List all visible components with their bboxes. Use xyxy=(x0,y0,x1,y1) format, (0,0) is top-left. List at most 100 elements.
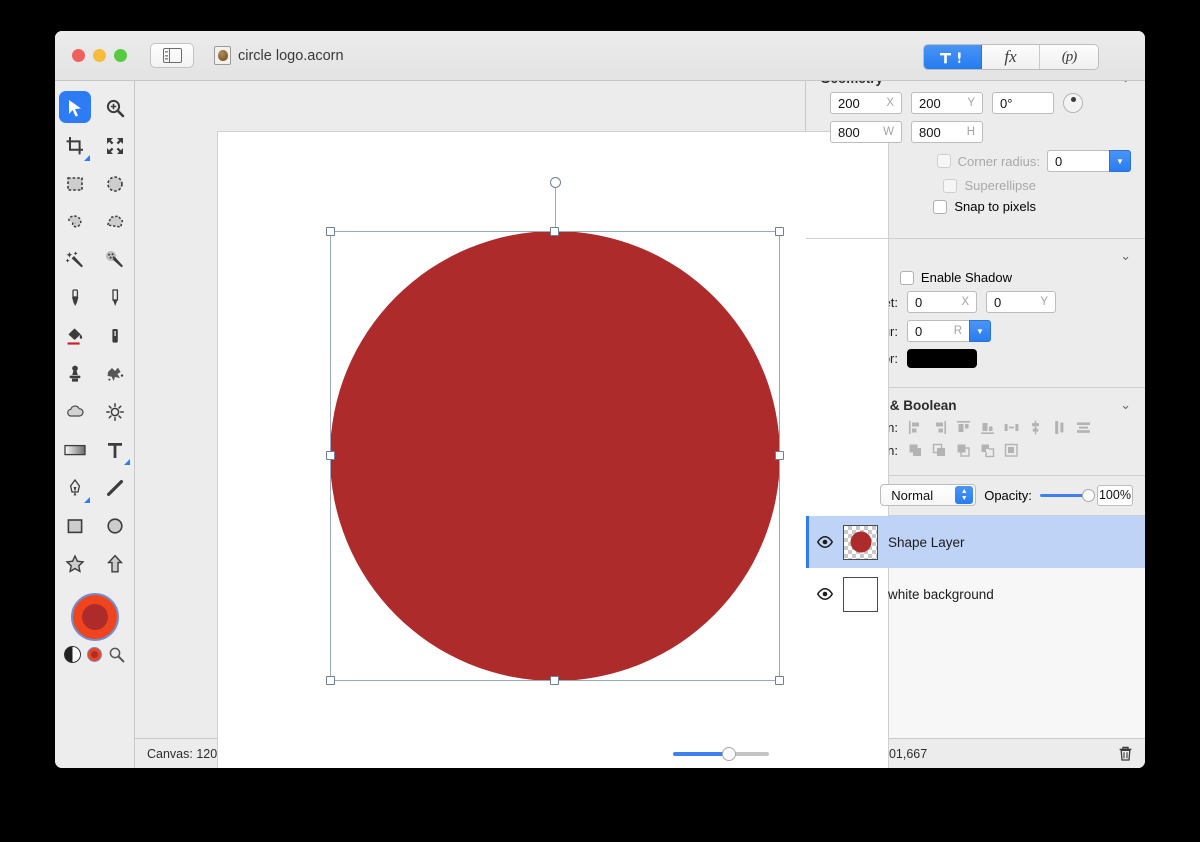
star-shape-tool[interactable] xyxy=(55,545,95,583)
x-field[interactable]: 200 X xyxy=(830,92,902,114)
handle-bottom-right[interactable] xyxy=(775,676,784,685)
width-field[interactable]: 800 W xyxy=(830,121,902,143)
shadow-blur-field[interactable]: 0 R xyxy=(907,320,969,342)
superellipse-checkbox[interactable] xyxy=(943,178,958,193)
blur-tool[interactable] xyxy=(55,393,95,431)
rectangle-select-tool[interactable] xyxy=(55,165,95,203)
crop-tool[interactable] xyxy=(55,127,95,165)
layer-row-white-background[interactable]: white background xyxy=(806,568,1145,620)
ellipse-icon xyxy=(106,518,123,534)
clone-stamp-tool[interactable] xyxy=(55,355,95,393)
distribute-vertical-icon[interactable] xyxy=(1075,419,1091,435)
divide-icon[interactable] xyxy=(1003,442,1019,458)
bezier-pen-tool[interactable] xyxy=(55,469,95,507)
pencil-tool[interactable] xyxy=(95,279,135,317)
enable-shadow-checkbox[interactable] xyxy=(899,270,914,285)
align-center-vertical-icon[interactable] xyxy=(1027,419,1043,435)
blending-mode-select[interactable]: Normal ▲ ▼ xyxy=(880,484,977,506)
align-center-horizontal-icon[interactable] xyxy=(1051,419,1067,435)
zoom-tool[interactable] xyxy=(95,89,135,127)
shadow-offset-y-field[interactable]: 0 Y xyxy=(986,291,1056,313)
instant-alpha-tool[interactable] xyxy=(95,241,135,279)
geometry-header[interactable]: Geometry ⌄ xyxy=(806,81,1145,92)
smudge-tool[interactable] xyxy=(95,355,135,393)
arrow-shape-tool[interactable] xyxy=(95,545,135,583)
height-field[interactable]: 800 H xyxy=(911,121,983,143)
handle-top-left[interactable] xyxy=(326,227,335,236)
dodge-tool[interactable] xyxy=(95,393,135,431)
corner-radius-field[interactable]: 0 xyxy=(1047,150,1109,172)
magic-wand-tool[interactable] xyxy=(55,241,95,279)
y-field[interactable]: 200 Y xyxy=(911,92,983,114)
color-picker-magnifier-icon[interactable] xyxy=(108,646,125,663)
handle-middle-right[interactable] xyxy=(775,451,784,460)
shadow-blur-stepper[interactable]: 0 R ▼ xyxy=(907,320,991,342)
canvas[interactable] xyxy=(217,131,889,768)
zoom-button[interactable] xyxy=(114,49,127,62)
ellipse-shape-tool[interactable] xyxy=(95,507,135,545)
tool-options-indicator xyxy=(83,497,90,503)
corner-radius-dropdown-icon[interactable]: ▼ xyxy=(1109,150,1131,172)
paint-bucket-tool[interactable] xyxy=(55,317,95,355)
ellipse-select-tool[interactable] xyxy=(95,165,135,203)
align-top-icon[interactable] xyxy=(955,419,971,435)
sidebar-toggle-button[interactable] xyxy=(150,43,194,68)
transform-tool[interactable] xyxy=(95,127,135,165)
rotation-field[interactable]: 0° xyxy=(992,92,1054,114)
eraser-tool[interactable] xyxy=(95,317,135,355)
tab-filters[interactable]: fx xyxy=(982,45,1040,69)
rectangle-shape-tool[interactable] xyxy=(55,507,95,545)
subtract-icon[interactable] xyxy=(931,442,947,458)
move-tool[interactable] xyxy=(55,89,95,127)
foreground-color-well[interactable] xyxy=(70,593,119,641)
close-button[interactable] xyxy=(72,49,85,62)
corner-radius-stepper[interactable]: 0 ▼ xyxy=(1047,150,1131,172)
handle-bottom-left[interactable] xyxy=(326,676,335,685)
corner-radius-checkbox[interactable] xyxy=(936,154,951,168)
shadow-blur-dropdown-icon[interactable]: ▼ xyxy=(969,320,991,342)
canvas-area[interactable] xyxy=(135,81,889,768)
zoom-slider-knob[interactable] xyxy=(721,746,736,761)
snap-to-pixels-checkbox[interactable] xyxy=(933,199,948,214)
handle-bottom-center[interactable] xyxy=(550,676,559,685)
align-left-icon[interactable] xyxy=(907,419,923,435)
line-tool[interactable] xyxy=(95,469,135,507)
align-right-icon[interactable] xyxy=(931,419,947,435)
shadow-offset-x-field[interactable]: 0 X xyxy=(907,291,977,313)
minimize-button[interactable] xyxy=(93,49,106,62)
polygon-lasso-tool[interactable] xyxy=(95,203,135,241)
union-icon[interactable] xyxy=(907,442,923,458)
lasso-tool[interactable] xyxy=(55,203,95,241)
tab-tools[interactable] xyxy=(924,45,982,69)
exclude-icon[interactable] xyxy=(979,442,995,458)
gradient-tool[interactable] xyxy=(55,431,95,469)
chevron-down-icon[interactable]: ⌄ xyxy=(1120,81,1131,86)
opacity-slider-knob[interactable] xyxy=(1081,488,1095,502)
brush-tool[interactable] xyxy=(55,279,95,317)
text-tool[interactable] xyxy=(95,431,135,469)
tab-presets[interactable]: (p) xyxy=(1040,45,1098,69)
handle-middle-left[interactable] xyxy=(326,451,335,460)
distribute-horizontal-icon[interactable] xyxy=(1003,419,1019,435)
shadow-color-swatch[interactable] xyxy=(907,349,977,368)
height-value: 800 xyxy=(919,124,941,140)
trash-icon[interactable] xyxy=(1118,746,1133,762)
layer-visibility-toggle[interactable] xyxy=(816,536,833,548)
layer-row-shape-layer[interactable]: Shape Layer xyxy=(806,516,1145,568)
handle-top-center[interactable] xyxy=(550,227,559,236)
rotation-dial[interactable] xyxy=(1063,93,1083,113)
chevron-down-icon[interactable]: ⌄ xyxy=(1120,397,1131,413)
y-value: 200 xyxy=(919,95,941,111)
align-bottom-icon[interactable] xyxy=(979,419,995,435)
zoom-slider-track[interactable] xyxy=(673,746,769,761)
chevron-down-icon[interactable]: ⌄ xyxy=(1120,248,1131,264)
opacity-field[interactable]: 100% xyxy=(1096,484,1133,506)
background-color-well[interactable] xyxy=(87,647,102,662)
shadow-blur-value: 0 xyxy=(915,323,923,339)
layer-visibility-toggle[interactable] xyxy=(816,588,833,600)
intersect-icon[interactable] xyxy=(955,442,971,458)
default-colors-icon[interactable] xyxy=(64,646,81,663)
opacity-slider[interactable] xyxy=(1039,488,1095,502)
handle-top-right[interactable] xyxy=(775,227,784,236)
rotation-handle[interactable] xyxy=(549,177,561,188)
